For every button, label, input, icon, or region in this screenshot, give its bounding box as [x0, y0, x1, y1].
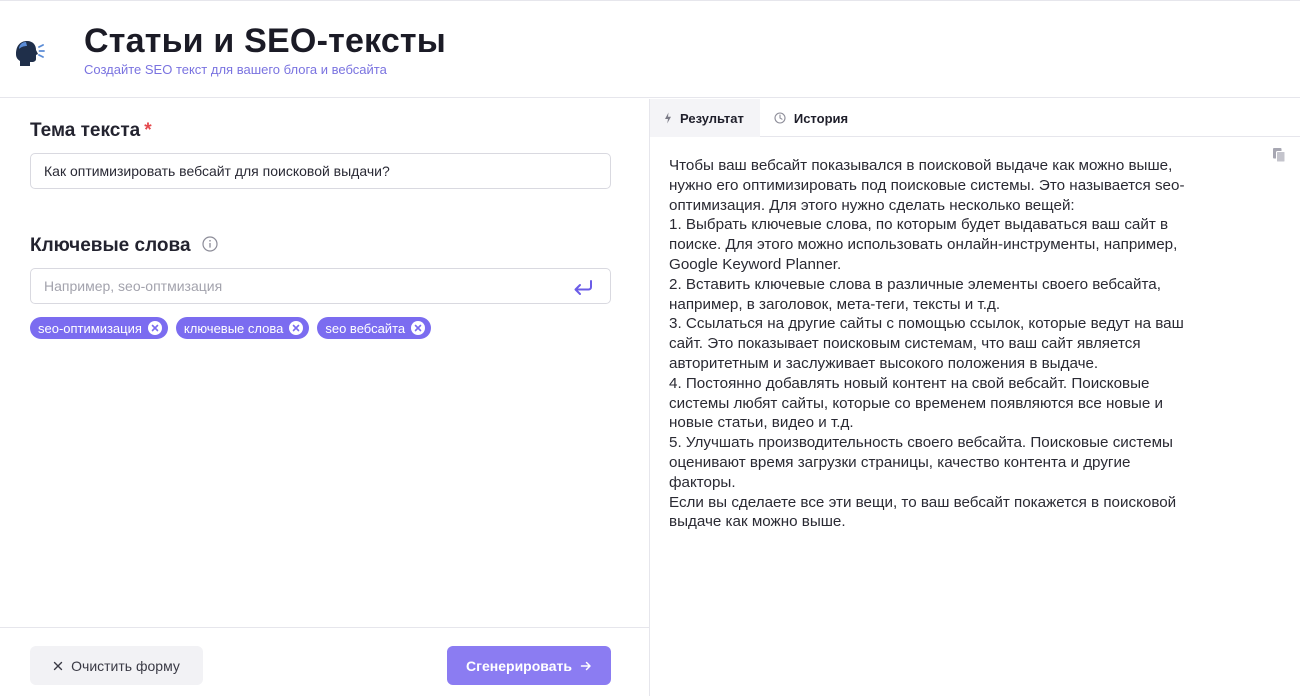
remove-tag-icon[interactable] [289, 321, 304, 335]
keywords-label-text: Ключевые слова [30, 235, 191, 256]
tab-result[interactable]: Результат [650, 99, 760, 137]
keyword-tag-label: seo вебсайта [325, 320, 406, 336]
tab-history[interactable]: История [760, 99, 864, 137]
keyword-tag[interactable]: ключевые слова [175, 317, 310, 339]
topic-label-text: Тема текста [30, 120, 141, 141]
keyword-tag-label: ключевые слова [183, 320, 284, 336]
generated-text: Чтобы ваш вебсайт показывался в поисково… [669, 157, 1185, 531]
generate-label: Сгенерировать [466, 657, 572, 674]
copy-icon[interactable] [1272, 147, 1286, 163]
required-mark: * [144, 120, 152, 141]
clock-icon [774, 112, 786, 124]
speaking-head-icon [16, 41, 45, 66]
topic-label: Тема текста * [30, 120, 152, 142]
clear-form-button[interactable]: Очистить форму [30, 646, 203, 685]
keywords-field[interactable] [30, 268, 611, 304]
keywords-input[interactable] [31, 269, 610, 303]
generate-button[interactable]: Сгенерировать [447, 646, 611, 685]
bolt-icon [665, 112, 671, 124]
page-subtitle: Создайте SEO текст для вашего блога и ве… [84, 62, 387, 77]
page-header: Статьи и SEO-тексты Создайте SEO текст д… [0, 0, 1300, 98]
result-panel: Результат История Чтобы ваш вебсайт пока… [650, 99, 1300, 696]
keyword-tags: seo-оптимизация ключевые слова seo вебса… [30, 317, 432, 339]
keyword-tag[interactable]: seo вебсайта [317, 317, 432, 339]
page-title: Статьи и SEO-тексты [84, 22, 447, 60]
tab-history-label: История [793, 110, 849, 126]
enter-icon[interactable] [572, 278, 594, 296]
form-panel: Тема текста* Ключевые слова seo-оптимиза… [0, 99, 649, 696]
keyword-tag-label: seo-оптимизация [38, 320, 142, 336]
footer-divider [0, 627, 649, 628]
info-icon[interactable] [202, 236, 218, 252]
arrow-right-icon [580, 661, 591, 670]
remove-tag-icon[interactable] [411, 321, 426, 335]
keywords-label: Ключевые слова [30, 235, 218, 257]
topic-input[interactable] [31, 154, 610, 188]
remove-tag-icon[interactable] [147, 321, 162, 335]
result-tabs: Результат История [650, 99, 1300, 137]
tab-result-label: Результат [680, 110, 744, 126]
clear-form-label: Очистить форму [71, 657, 180, 674]
keyword-tag[interactable]: seo-оптимизация [30, 317, 168, 339]
topic-field[interactable] [30, 153, 611, 189]
close-icon [53, 661, 63, 670]
